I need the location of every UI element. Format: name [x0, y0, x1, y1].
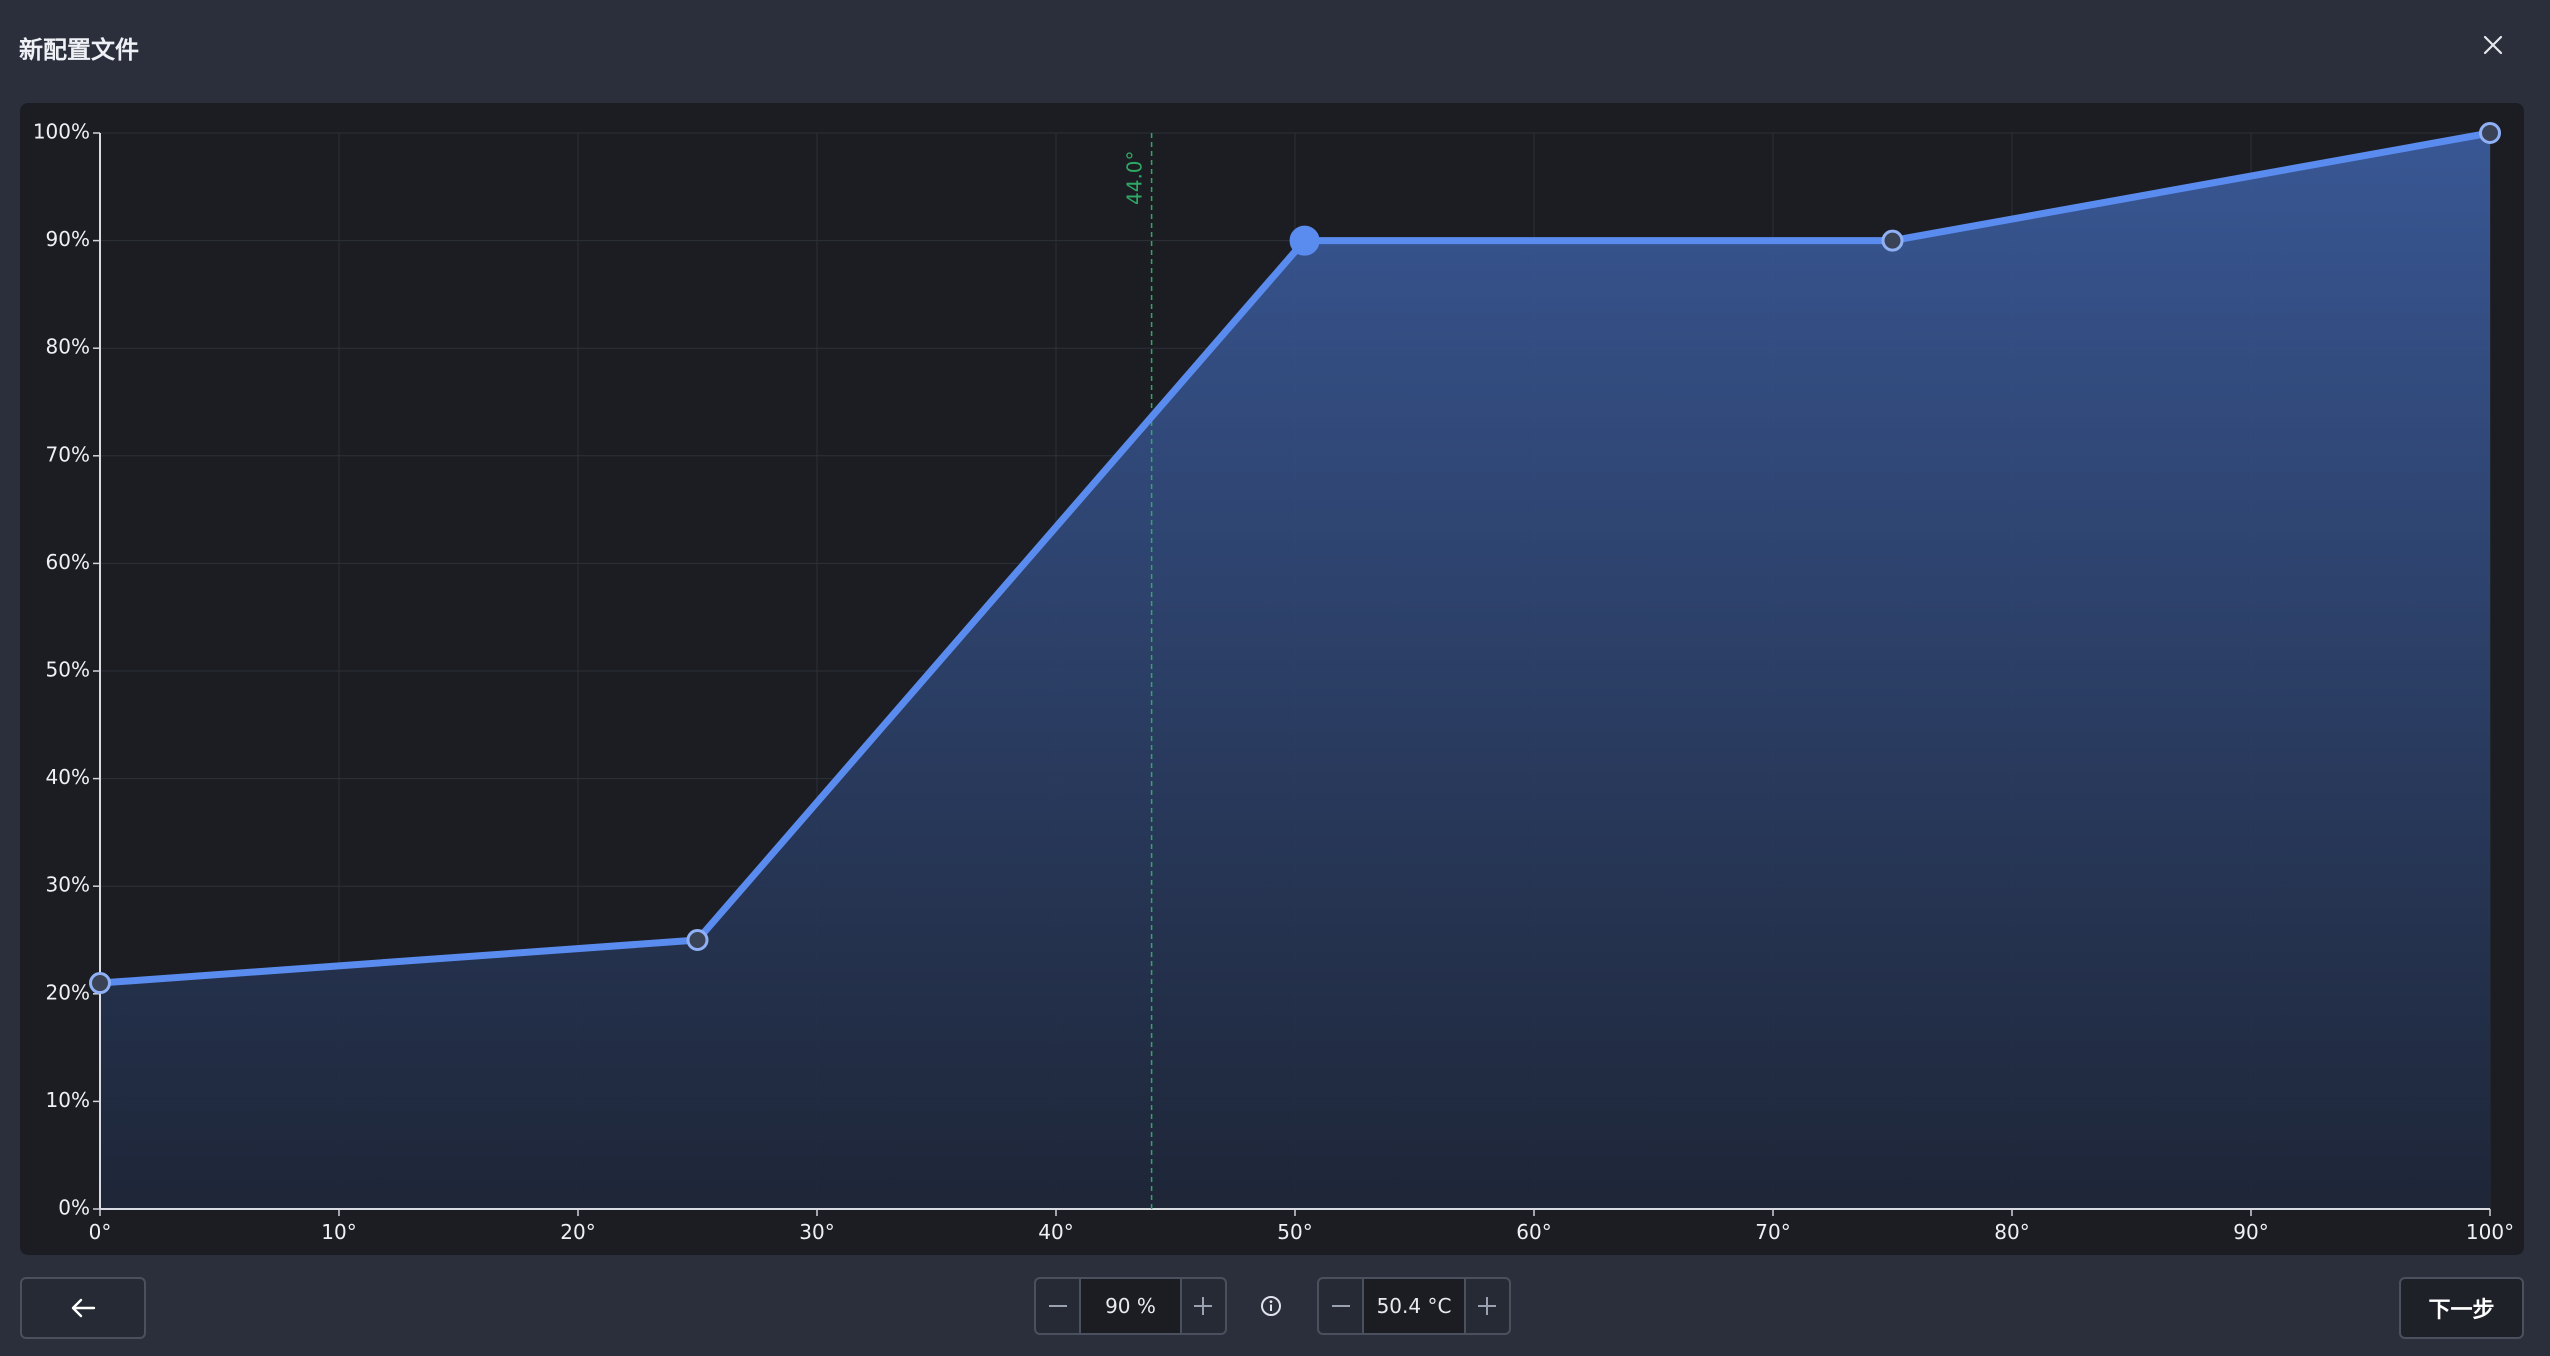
- y-tick-label: 10%: [46, 1088, 90, 1112]
- x-tick-label: 70°: [1755, 1220, 1790, 1244]
- y-tick-label: 50%: [46, 658, 90, 682]
- x-tick-label: 60°: [1516, 1220, 1551, 1244]
- info-icon[interactable]: [1256, 1291, 1286, 1321]
- dialog-titlebar: 新配置文件: [0, 0, 2550, 92]
- x-tick-label: 90°: [2233, 1220, 2268, 1244]
- plus-icon: [1478, 1297, 1497, 1315]
- x-tick-label: 40°: [1038, 1220, 1073, 1244]
- current-temperature-label: 44.0°: [1123, 150, 1147, 205]
- dialog-title: 新配置文件: [19, 36, 139, 64]
- x-tick-label: 0°: [89, 1220, 112, 1244]
- temperature-stepper: 50.4 °C: [1317, 1277, 1511, 1335]
- duty-increase-button[interactable]: [1182, 1279, 1225, 1333]
- x-tick-label: 50°: [1277, 1220, 1312, 1244]
- y-tick-label: 80%: [46, 335, 90, 359]
- curve-point[interactable]: [686, 929, 709, 951]
- next-button[interactable]: 下一步: [2399, 1277, 2524, 1339]
- x-tick-label: 20°: [560, 1220, 595, 1244]
- close-button[interactable]: [2474, 26, 2512, 64]
- duty-value[interactable]: 90 %: [1079, 1279, 1182, 1333]
- fan-curve-chart[interactable]: 44.0° 0° 10° 20° 30° 40° 50° 60° 70° 80° 90° 100° 0…: [20, 103, 2524, 1255]
- arrow-left-icon: [71, 1298, 96, 1318]
- bottom-toolbar: 90 % 50.4 °C 下一步: [0, 1262, 2550, 1356]
- y-tick-label: 20%: [46, 980, 90, 1004]
- y-tick-label: 100%: [33, 120, 90, 144]
- minus-icon: [1048, 1305, 1067, 1307]
- x-tick-label: 30°: [799, 1220, 834, 1244]
- y-tick-label: 30%: [46, 873, 90, 897]
- close-icon: [2483, 35, 2503, 55]
- temperature-value[interactable]: 50.4 °C: [1362, 1279, 1466, 1333]
- curve-point[interactable]: [1881, 229, 1904, 252]
- y-tick-label: 0%: [58, 1196, 90, 1220]
- x-tick-label: 10°: [321, 1220, 356, 1244]
- curve-point[interactable]: [89, 972, 111, 995]
- fan-curve-chart-panel: 44.0° 0° 10° 20° 30° 40° 50° 60° 70° 80° 90° 100° 0…: [20, 103, 2524, 1255]
- curve-point[interactable]: [2479, 122, 2501, 144]
- duty-stepper: 90 %: [1034, 1277, 1227, 1335]
- duty-decrease-button[interactable]: [1036, 1279, 1079, 1333]
- plus-icon: [1194, 1297, 1213, 1315]
- y-tick-label: 90%: [46, 227, 90, 251]
- y-tick-label: 70%: [46, 442, 90, 466]
- curve-point-selected[interactable]: [1289, 225, 1320, 256]
- temperature-increase-button[interactable]: [1466, 1279, 1509, 1333]
- x-tick-label: 80°: [1994, 1220, 2029, 1244]
- y-tick-label: 40%: [46, 765, 90, 789]
- back-button[interactable]: [20, 1277, 146, 1339]
- minus-icon: [1331, 1305, 1350, 1307]
- x-tick-label: 100°: [2466, 1220, 2514, 1244]
- temperature-decrease-button[interactable]: [1319, 1279, 1362, 1333]
- y-tick-label: 60%: [46, 550, 90, 574]
